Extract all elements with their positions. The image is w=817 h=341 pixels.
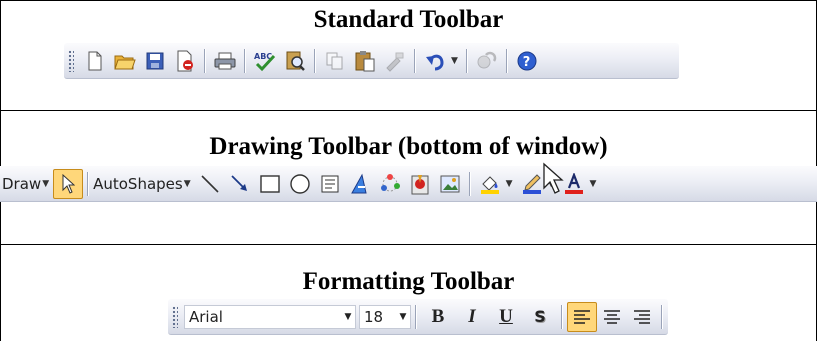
svg-text:?: ? (523, 55, 531, 70)
underline-button[interactable]: U (489, 302, 523, 332)
draw-menu-label[interactable]: Draw (2, 175, 41, 193)
autoshapes-menu-label[interactable]: AutoShapes (93, 175, 183, 193)
chevron-down-icon[interactable]: ▼ (590, 179, 597, 189)
standard-toolbar-title: Standard Toolbar (313, 6, 504, 33)
drawing-toolbar: Draw ▼ AutoShapes ▼ ▼ ▼ ▼ (0, 166, 817, 202)
align-left-icon[interactable] (567, 301, 597, 332)
toolbar-grip[interactable] (68, 49, 74, 72)
separator (561, 304, 563, 329)
section-divider-2 (0, 244, 817, 245)
spelling-icon[interactable]: ABC (250, 46, 280, 76)
drawing-toolbar-title: Drawing Toolbar (bottom of window) (209, 133, 608, 160)
align-right-icon[interactable] (627, 302, 657, 332)
separator (87, 171, 90, 196)
center-icon[interactable] (597, 302, 627, 332)
chevron-down-icon[interactable]: ▼ (451, 56, 458, 66)
hyperlink-icon[interactable] (472, 46, 502, 76)
mouse-cursor-icon (543, 162, 564, 194)
font-size-select[interactable]: 18 ▼ (359, 304, 411, 329)
chevron-down-icon[interactable]: ▼ (42, 179, 49, 189)
bold-button[interactable]: B (421, 302, 455, 332)
rectangle-icon[interactable] (255, 169, 285, 199)
font-name-select[interactable]: Arial ▼ (184, 304, 356, 329)
undo-icon[interactable] (420, 46, 450, 76)
separator (415, 304, 417, 329)
separator (204, 48, 206, 73)
diagram-icon[interactable] (375, 169, 405, 199)
separator (465, 48, 468, 73)
research-icon[interactable] (280, 46, 310, 76)
wordart-icon[interactable] (345, 169, 375, 199)
top-rule (0, 0, 817, 1)
save-icon[interactable] (140, 46, 170, 76)
oval-icon[interactable] (285, 169, 315, 199)
help-icon[interactable]: ? (512, 46, 542, 76)
shadow-button[interactable]: S (523, 302, 557, 332)
chevron-down-icon[interactable]: ▼ (341, 312, 355, 322)
font-name-value: Arial (189, 307, 223, 326)
standard-toolbar: ABC ▼ ? (64, 43, 679, 79)
format-painter-icon[interactable] (380, 46, 410, 76)
separator (505, 48, 508, 73)
separator (314, 48, 316, 73)
permission-icon[interactable] (170, 46, 200, 76)
formatting-toolbar: Arial ▼ 18 ▼ B I U S (168, 299, 668, 335)
font-size-value: 18 (364, 307, 384, 326)
chevron-down-icon[interactable]: ▼ (506, 179, 513, 189)
open-icon[interactable] (110, 46, 140, 76)
separator (244, 48, 246, 73)
line-icon[interactable] (195, 169, 225, 199)
new-icon[interactable] (80, 46, 110, 76)
arrow-icon[interactable] (225, 169, 255, 199)
section-divider-1 (0, 110, 817, 111)
italic-button[interactable]: I (455, 302, 489, 332)
separator (468, 171, 471, 196)
separator (661, 304, 663, 329)
formatting-toolbar-title: Formatting Toolbar (302, 268, 515, 295)
copy-icon[interactable] (320, 46, 350, 76)
toolbar-grip[interactable] (172, 305, 178, 328)
paste-icon[interactable] (350, 46, 380, 76)
picture-icon[interactable] (435, 169, 465, 199)
print-icon[interactable] (210, 46, 240, 76)
select-objects-icon[interactable] (53, 168, 84, 199)
chevron-down-icon[interactable]: ▼ (184, 179, 191, 189)
fill-color-icon[interactable] (475, 169, 505, 199)
separator (414, 48, 416, 73)
textbox-icon[interactable] (315, 169, 345, 199)
clipart-icon[interactable] (405, 169, 435, 199)
chevron-down-icon[interactable]: ▼ (396, 312, 410, 322)
